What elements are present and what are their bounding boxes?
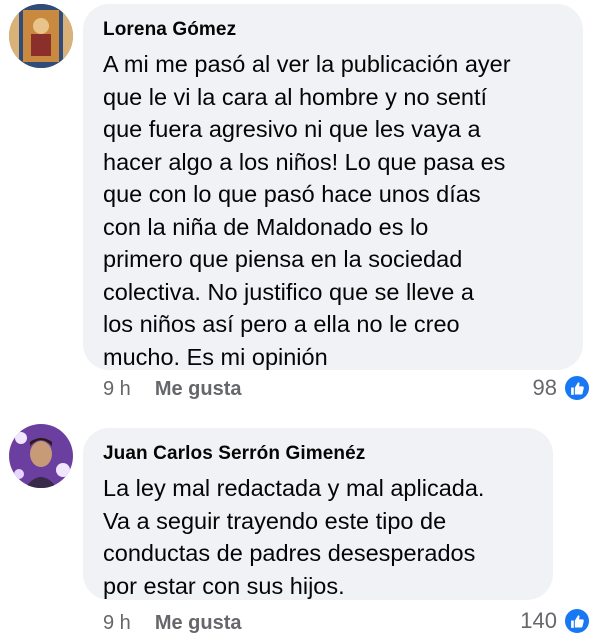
comment-line: hacer algo a los niños! Lo que pasa es [103,148,506,175]
comment-line: Va a seguir trayendo este tipo de [103,507,447,534]
comment-line: mucho. Es mi opinión [103,343,328,370]
comment-bubble: Juan Carlos Serrón Gimenéz La ley mal re… [83,428,553,600]
profile-photo-icon [9,424,73,488]
comment-timestamp[interactable]: 9 h [103,612,131,635]
comment-actions: 9 h Me gusta [103,612,242,635]
comment-line: A mi me pasó al ver la publicación ayer [103,51,511,77]
comment-text: La ley mal redactada y mal aplicada. Va … [103,472,535,602]
comment-line: colectiva. No justifico que se lleve a [103,278,474,305]
like-button[interactable]: Me gusta [155,612,242,635]
comment-line: con la niña de Maldonado es lo [103,213,429,240]
reaction-summary[interactable]: 98 [533,374,591,402]
comment-line: por estar con sus hijos. [103,572,345,599]
profile-photo-icon [9,4,73,68]
comment-text: A mi me pasó al ver la publicación ayer … [103,48,565,373]
comment-author[interactable]: Lorena Gómez [103,18,565,42]
comment-line: La ley mal redactada y mal aplicada. [103,475,485,501]
comment-line: que le vi la cara al hombre y no sentí [103,83,488,110]
avatar[interactable] [9,4,73,68]
reaction-count: 140 [520,608,557,633]
comment-line: conductas de padres desesperados [103,540,476,566]
like-icon [563,374,591,402]
like-button[interactable]: Me gusta [155,378,242,401]
comment-line: que fuera agresivo ni que les vaya a [103,116,481,142]
avatar[interactable] [9,424,73,488]
comment-line: los niños así pero a ella no le creo [103,311,460,337]
comment-timestamp[interactable]: 9 h [103,378,131,401]
reaction-summary[interactable]: 140 [520,607,591,635]
comment-author[interactable]: Juan Carlos Serrón Gimenéz [103,442,535,466]
comment-actions: 9 h Me gusta [103,378,242,401]
comment-bubble: Lorena Gómez A mi me pasó al ver la publ… [83,4,583,370]
comment-line: primero que piensa en la sociedad [103,246,463,272]
reaction-count: 98 [532,375,557,400]
like-icon [563,607,591,635]
comment-line: que con lo que pasó hace unos días [103,181,481,207]
